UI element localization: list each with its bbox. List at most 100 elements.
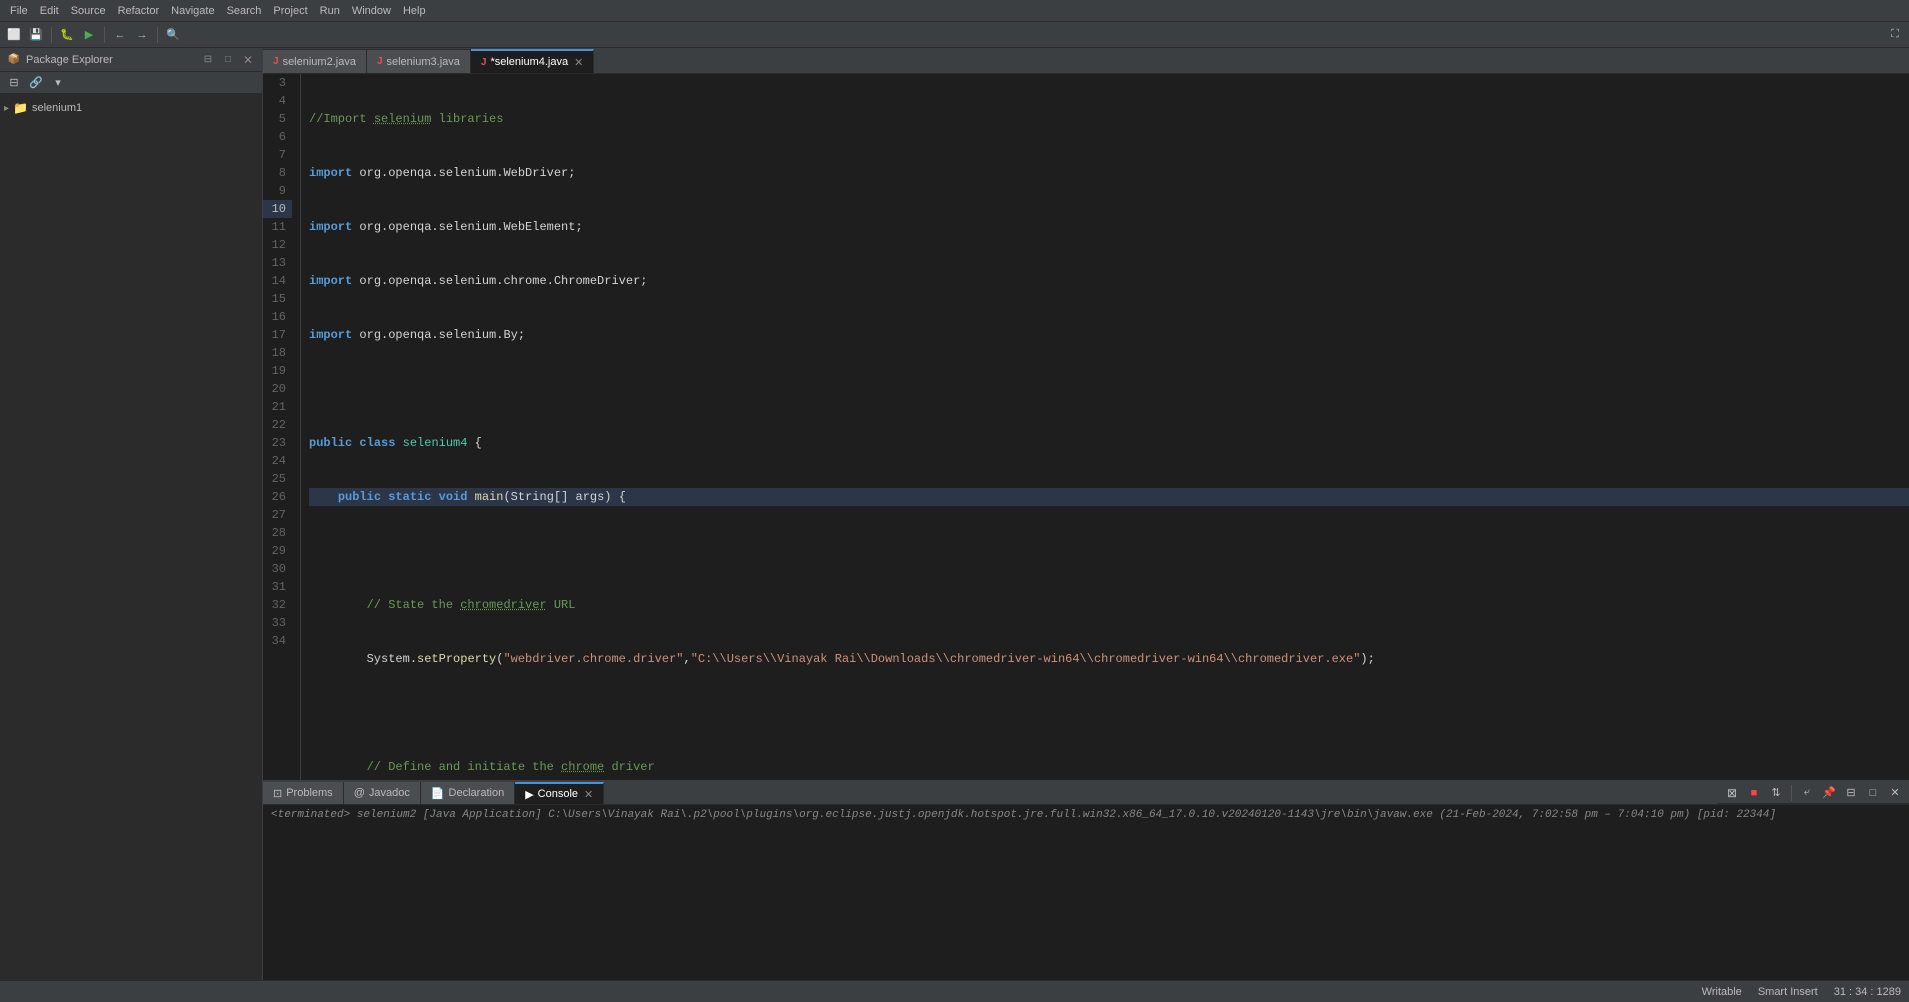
console-maximize-btn[interactable]: □ [1863,783,1883,803]
toolbar-run-btn[interactable]: ▶ [79,25,99,45]
toolbar-save-btn[interactable]: 💾 [26,25,46,45]
ln-5: 5 [263,110,292,128]
package-explorer-title: Package Explorer [26,54,196,66]
package-explorer-header: 📦 Package Explorer ⊟ □ ✕ [0,48,262,72]
toolbar-sep-1 [51,27,52,43]
menu-search[interactable]: Search [221,0,268,22]
ln-17: 17 [263,326,292,344]
ln-16: 16 [263,308,292,326]
menu-run[interactable]: Run [314,0,346,22]
code-line-14 [309,704,1909,722]
ln-29: 29 [263,542,292,560]
ln-30: 30 [263,560,292,578]
ln-27: 27 [263,506,292,524]
main-layout: 📦 Package Explorer ⊟ □ ✕ ⊟ 🔗 ▾ ▸ 📁 selen… [0,48,1909,980]
toolbar-maximize-btn[interactable]: ⛶ [1885,25,1905,45]
code-content[interactable]: //Import selenium libraries import org.o… [301,74,1909,780]
panel-close-btn[interactable]: ✕ [240,52,256,68]
panel-maximize-btn[interactable]: □ [220,52,236,68]
tab-declaration[interactable]: 📄 Declaration [421,782,515,804]
ln-10: 10 [263,200,292,218]
console-close-icon-btn[interactable]: ✕ [1885,783,1905,803]
ln-24: 24 [263,452,292,470]
console-pin-btn[interactable]: 📌 [1819,783,1839,803]
status-writable: Writable [1702,986,1742,998]
java-icon-1: J [273,56,279,67]
toolbar-forward-btn[interactable]: → [132,25,152,45]
code-line-10: public static void main(String[] args) { [309,488,1909,506]
menu-edit[interactable]: Edit [34,0,65,22]
menu-file[interactable]: File [4,0,34,22]
tab-label-selenium2: selenium2.java [283,56,356,68]
ln-22: 22 [263,416,292,434]
tab-console[interactable]: ▶ Console ✕ [515,782,604,804]
console-sep [1791,785,1792,801]
ln-32: 32 [263,596,292,614]
view-menu-btn[interactable]: ▾ [48,73,68,93]
ln-34: 34 [263,632,292,650]
menu-window[interactable]: Window [346,0,397,22]
code-line-9: public class selenium4 { [309,434,1909,452]
menu-source[interactable]: Source [65,0,112,22]
ln-19: 19 [263,362,292,380]
console-stop-btn[interactable]: ■ [1744,783,1764,803]
ln-26: 26 [263,488,292,506]
ln-33: 33 [263,614,292,632]
toolbar-back-btn[interactable]: ← [110,25,130,45]
editor-tab-bar: J selenium2.java J selenium3.java J *sel… [263,48,1909,74]
ln-4: 4 [263,92,292,110]
tree-item-selenium1[interactable]: ▸ 📁 selenium1 [0,98,262,118]
console-minimize-btn[interactable]: ⊟ [1841,783,1861,803]
tab-label-declaration: Declaration [449,787,505,799]
console-clear-btn[interactable]: ⊠ [1722,783,1742,803]
code-line-13: System.setProperty("webdriver.chrome.dri… [309,650,1909,668]
ln-15: 15 [263,290,292,308]
ln-6: 6 [263,128,292,146]
editor-panel: J selenium2.java J selenium3.java J *sel… [263,48,1909,980]
menu-refactor[interactable]: Refactor [112,0,166,22]
code-line-4: import org.openqa.selenium.WebDriver; [309,164,1909,182]
code-line-5: import org.openqa.selenium.WebElement; [309,218,1909,236]
tab-problems[interactable]: ⊡ Problems [263,782,344,804]
menu-project[interactable]: Project [267,0,313,22]
toolbar-search-btn[interactable]: 🔍 [163,25,183,45]
status-position: 31 : 34 : 1289 [1834,986,1901,998]
console-close-btn[interactable]: ✕ [584,788,593,801]
code-line-6: import org.openqa.selenium.chrome.Chrome… [309,272,1909,290]
javadoc-icon: @ [354,787,365,799]
ln-14: 14 [263,272,292,290]
tab-selenium3[interactable]: J selenium3.java [367,49,471,73]
ln-23: 23 [263,434,292,452]
tab-selenium2[interactable]: J selenium2.java [263,49,367,73]
ln-12: 12 [263,236,292,254]
ln-28: 28 [263,524,292,542]
tree-view: ▸ 📁 selenium1 [0,94,262,980]
tab-close-selenium4[interactable]: ✕ [574,56,583,69]
toolbar-debug-btn[interactable]: 🐛 [57,25,77,45]
tree-label-selenium1: selenium1 [32,102,82,114]
link-with-editor-btn[interactable]: 🔗 [26,73,46,93]
menu-navigate[interactable]: Navigate [165,0,220,22]
menu-help[interactable]: Help [397,0,432,22]
console-terminated-text: <terminated> selenium2 [Java Application… [271,809,1901,821]
ln-11: 11 [263,218,292,236]
collapse-all-btn[interactable]: ⊟ [4,73,24,93]
declaration-icon: 📄 [431,787,445,800]
toolbar-new-btn[interactable]: ⬜ [4,25,24,45]
toolbar-sep-2 [104,27,105,43]
console-scroll-lock-btn[interactable]: ⇅ [1766,783,1786,803]
editor-content[interactable]: 3 4 5 6 7 8 9 10 11 12 13 14 15 16 17 18 [263,74,1909,780]
tab-javadoc[interactable]: @ Javadoc [344,782,421,804]
panel-toolbar: ⊟ 🔗 ▾ [0,72,262,94]
panel-minimize-btn[interactable]: ⊟ [200,52,216,68]
ln-7: 7 [263,146,292,164]
ln-8: 8 [263,164,292,182]
code-line-8 [309,380,1909,398]
console-icon: ▶ [525,788,533,801]
code-line-3: //Import selenium libraries [309,110,1909,128]
code-line-12: // State the chromedriver URL [309,596,1909,614]
ln-20: 20 [263,380,292,398]
tab-label-javadoc: Javadoc [369,787,410,799]
console-word-wrap-btn[interactable]: ⤶ [1797,783,1817,803]
tab-selenium4[interactable]: J *selenium4.java ✕ [471,49,594,73]
